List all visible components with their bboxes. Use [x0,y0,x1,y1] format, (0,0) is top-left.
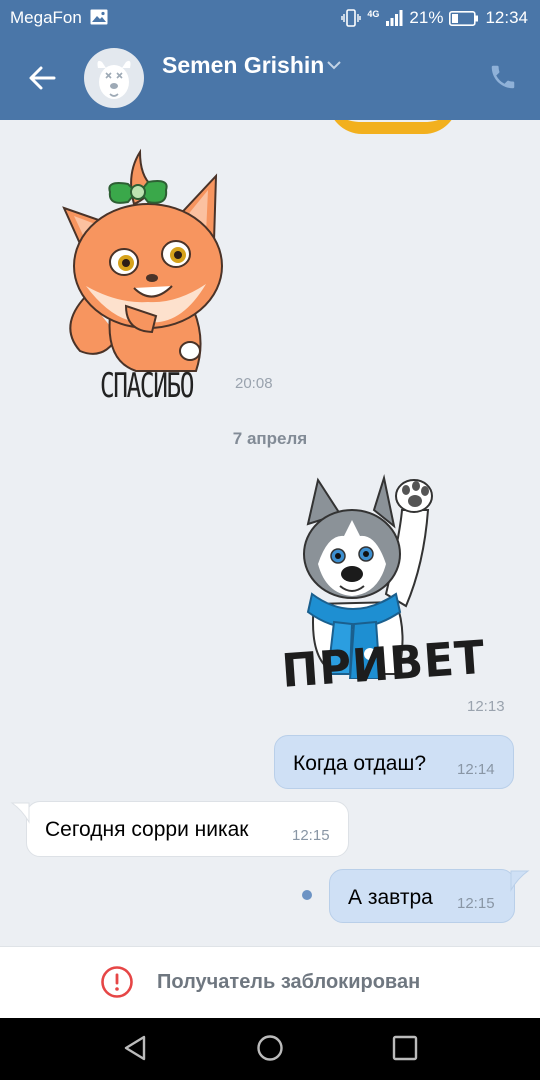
nav-home-button[interactable] [255,1033,285,1068]
message-text: Когда отдаш? [293,752,426,775]
message-bubble-incoming[interactable]: Сегодня сорри никак 12:15 [26,801,349,857]
message-list[interactable]: СПАСИБО 20:08 7 апреля ПРИВЕТ 12:13 Когд… [0,120,540,946]
nav-back-button[interactable] [120,1033,150,1068]
call-button[interactable] [488,62,518,97]
bubble-tail-incoming [10,802,30,824]
carrier-name: MegaFon [10,8,82,27]
square-recents-icon [392,1035,418,1061]
status-bar: MegaFon 4G 21% 12:34 [0,0,540,36]
network-type: 4G [367,8,380,19]
avatar[interactable] [84,48,144,108]
recipient-blocked-bar: Получатель заблокирован [0,946,540,1018]
chat-header: Semen Grishin [0,36,540,120]
blocked-label: Получатель заблокирован [157,971,421,993]
battery-percent: 21% [409,8,444,27]
warning-circle-icon [100,965,134,1004]
message-time: 12:15 [457,895,495,912]
back-button[interactable] [24,58,64,98]
message-text: А завтра [348,886,433,909]
unread-indicator [302,890,312,900]
message-bubble-outgoing[interactable]: Когда отдаш? 12:14 [274,735,514,789]
phone-icon [491,65,515,89]
contact-name[interactable]: Semen Grishin [162,52,324,79]
sticker-husky[interactable]: ПРИВЕТ [278,474,487,724]
message-time: 12:13 [467,698,505,715]
deactivated-dog-icon [97,60,131,99]
sticker-fox[interactable]: СПАСИБО [56,146,236,406]
message-bubble-outgoing[interactable]: А завтра 12:15 [329,869,515,923]
bubble-tail-outgoing [510,870,530,892]
message-time: 12:15 [292,827,330,844]
status-right: 4G 21% 12:34 [341,8,528,28]
circle-home-icon [257,1035,283,1061]
message-time: 12:14 [457,761,495,778]
arrow-left-icon [29,66,56,90]
chevron-down-icon[interactable] [326,58,342,76]
sticker-caption: СПАСИБО [100,366,195,406]
signal-icon [385,10,403,26]
triangle-back-icon [124,1035,146,1061]
fox-sticker-image [62,148,223,372]
previous-sticker-fragment [328,120,458,134]
nav-recents-button[interactable] [390,1033,420,1068]
vibrate-icon [341,9,362,27]
message-text: Сегодня сорри никак [45,818,249,841]
battery-icon [449,10,479,26]
system-navigation-bar [0,1018,540,1080]
message-time: 20:08 [235,375,273,392]
date-separator: 7 апреля [232,429,308,448]
clock: 12:34 [485,8,528,27]
image-notification-icon [90,9,108,30]
